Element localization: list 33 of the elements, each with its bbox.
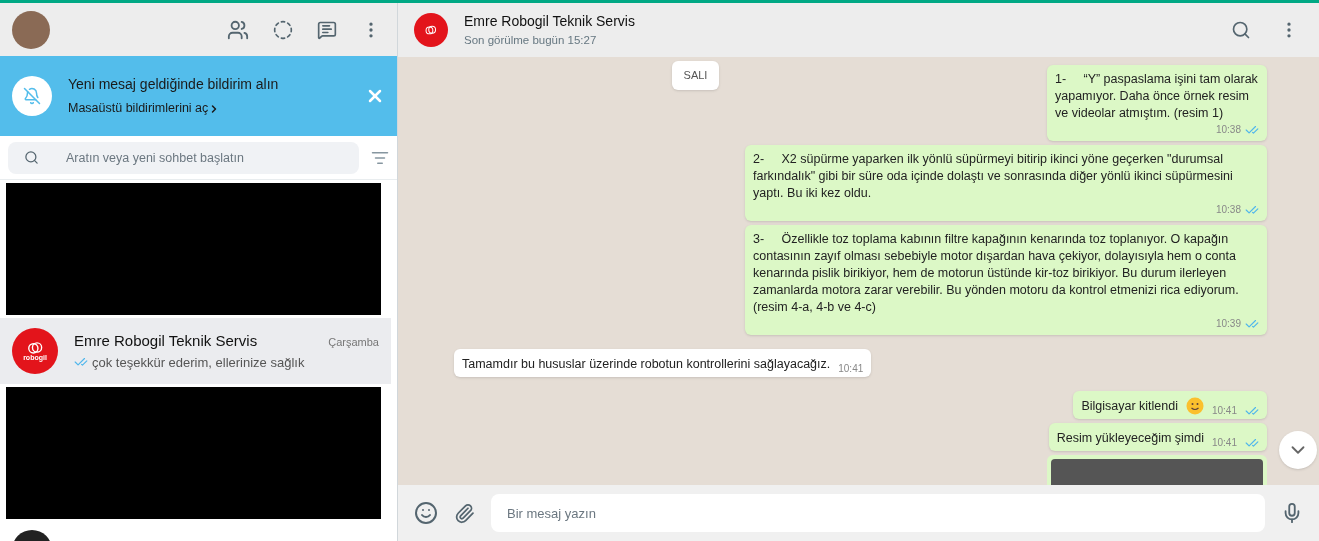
message-time: 10:39 [1215,317,1241,331]
message-text: 2- X2 süpürme yaparken ilk yönlü süpürmeyi bitirip ikinci yöne geçerken "durumsal farkındalık" gibi bir süre oda içinde dolaştı ve sonrasında diğer yönlü ikinci süpürmesini yaptı. Bu iki kez oldu. [753,151,1234,202]
message-input[interactable]: Bir mesaj yazın [491,494,1265,532]
new-chat-icon[interactable] [317,19,337,40]
robogil-logo [414,13,448,47]
message-time: 10:38 [1215,203,1241,217]
profile-avatar[interactable] [12,10,50,49]
search-icon[interactable] [1231,20,1251,40]
message-text: Bilgisayar kitlendi [1081,398,1178,415]
enable-notifications-link[interactable]: Masaüstü bildirimlerini aç [68,99,349,118]
message-text: 3- Özellikle toz toplama kabının filtre kapağının kenarında toz toplanıyor. O kapağın contasının zayıf olması sebebiyle motor dışardan hava çekiyor, dolayısıyla hem o conta kenarında pislik birikiyor, hem de motorun üstünde kir-toz birikiyor. Bu durum ilerleyen zamanlarda motora zarar verebilir. Bu yönden motoru da kontrol etmenizi rica ediyorum. (resim 4-a, 4-b ve 4-c) [753,231,1240,316]
attach-icon[interactable] [454,502,475,524]
community-icon[interactable] [227,18,249,41]
chat-preview: çok teşekkür ederim, ellerinize sağlık [92,353,305,372]
contact-name: Emre Robogil Teknik Servis [464,11,636,31]
message-time: 10:38 [1215,123,1241,137]
chat-time: Çarşamba [328,335,379,350]
message-time: 10:41 [1211,436,1237,450]
search-field[interactable]: Aratın veya yeni sohbet başlatın [8,141,359,174]
message-time: 10:41 [838,362,864,376]
message-text: Resim yükleyeceğim şimdi [1056,430,1204,447]
bell-off-icon [12,76,52,116]
message-text: 1- “Y” paspaslama işini tam olarak yapamıyor. Daha önce örnek resim ve videolar atmıştım. (resim 1) [1055,71,1259,122]
message-text: Tamamdır bu hususlar üzerinde robotun kontrollerini sağlayacağız. [462,356,831,373]
chat-name: Emre Robogil Teknik Servis [74,331,258,351]
date-chip: SALI [671,61,720,90]
scroll-down-button[interactable] [1279,431,1317,469]
emoji-icon[interactable] [414,501,438,525]
last-seen-text: Son görülme bugün 15:27 [464,32,598,48]
search-icon [24,149,39,165]
message-time: 10:41 [1211,404,1237,418]
notification-title: Yeni mesaj geldiğinde bildirim alın [68,75,280,95]
status-icon[interactable] [273,19,293,40]
